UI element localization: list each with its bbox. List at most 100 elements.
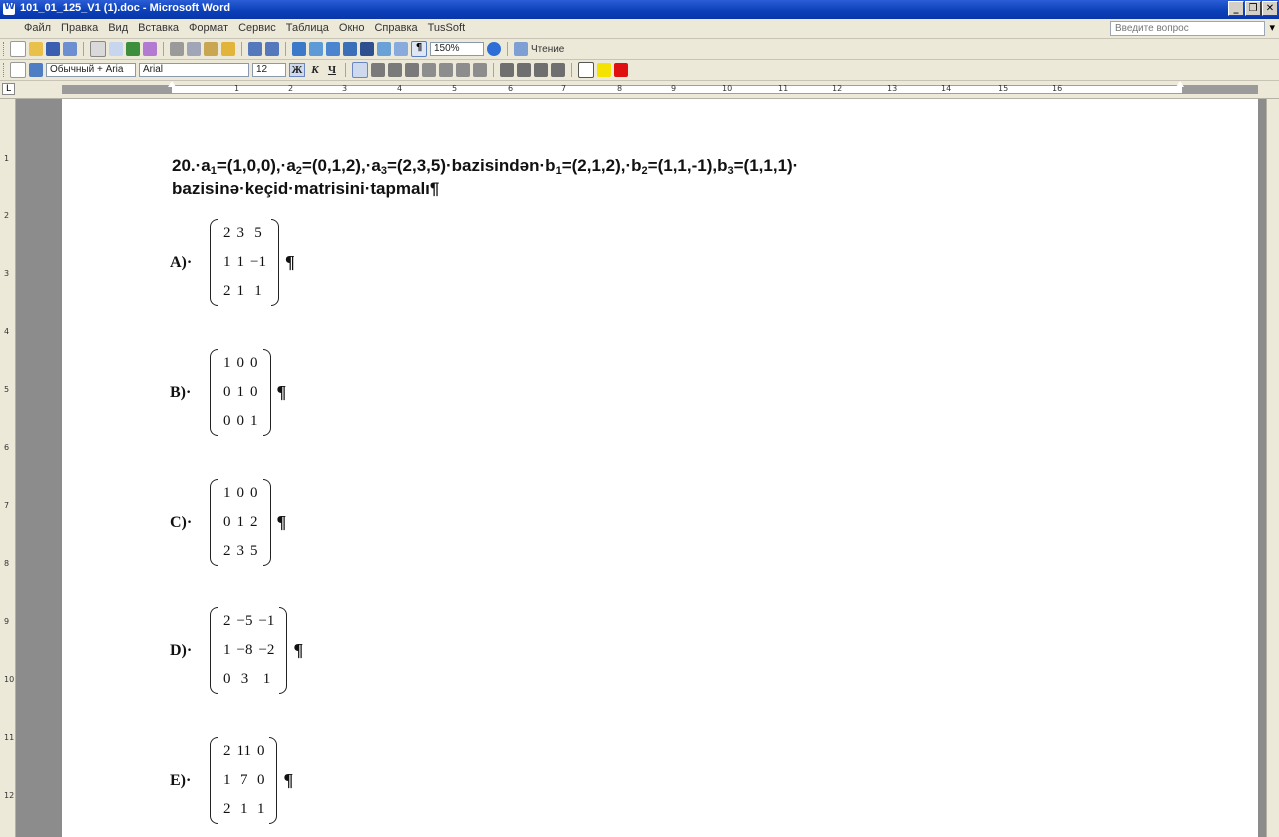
window-controls: _ ❐ ✕: [1228, 1, 1278, 16]
first-line-indent-marker[interactable]: [168, 81, 176, 87]
copy-icon[interactable]: [187, 42, 201, 56]
menu-insert[interactable]: Вставка: [138, 22, 179, 34]
columns-icon[interactable]: [360, 42, 374, 56]
show-hide-pilcrow-icon[interactable]: ¶: [411, 41, 427, 57]
tab-selector-icon[interactable]: L: [2, 83, 15, 95]
ruler-number: 11: [778, 84, 789, 93]
style-combo[interactable]: Обычный + Aria: [46, 63, 136, 77]
menu-table[interactable]: Таблица: [286, 22, 329, 34]
horizontal-ruler[interactable]: L 1 2 3 4 5 6 7 8 9 10 11 12 13 14 15 16: [0, 81, 1279, 99]
drawing-icon[interactable]: [377, 42, 391, 56]
borders-icon[interactable]: [578, 62, 594, 78]
paste-icon[interactable]: [204, 42, 218, 56]
print-preview-icon[interactable]: [109, 42, 123, 56]
help-search-input[interactable]: Введите вопрос: [1110, 21, 1265, 36]
bullets-icon[interactable]: [500, 63, 514, 77]
menu-file[interactable]: Файл: [24, 22, 51, 34]
option-c[interactable]: C)· 100 012 235 ¶: [170, 479, 286, 566]
increase-indent-icon[interactable]: [551, 63, 565, 77]
vruler-number: 6: [4, 443, 10, 452]
menu-edit[interactable]: Правка: [61, 22, 98, 34]
italic-icon[interactable]: К: [308, 64, 322, 76]
ruler-strip: [62, 85, 1258, 94]
toolbar-grip[interactable]: [3, 63, 7, 77]
option-e[interactable]: E)· 2 11 0 170 211 ¶: [170, 737, 293, 824]
align-center-icon[interactable]: [371, 63, 385, 77]
styles-pane-icon[interactable]: [29, 63, 43, 77]
decrease-indent-icon[interactable]: [534, 63, 548, 77]
pilcrow-mark: ¶: [276, 512, 287, 532]
ruler-number: 9: [671, 84, 677, 93]
list-icon[interactable]: [517, 63, 531, 77]
insert-excel-icon[interactable]: [343, 42, 357, 56]
help-dropdown-icon[interactable]: ▾: [1269, 21, 1275, 34]
open-folder-icon[interactable]: [29, 42, 43, 56]
pilcrow-mark: ¶: [293, 640, 304, 660]
print-icon[interactable]: [90, 41, 106, 57]
separator: [83, 42, 84, 56]
tables-borders-icon[interactable]: [309, 42, 323, 56]
menu-format[interactable]: Формат: [189, 22, 228, 34]
numbering-icon[interactable]: [439, 63, 453, 77]
align-right-icon[interactable]: [388, 63, 402, 77]
read-icon[interactable]: [514, 42, 528, 56]
question-text[interactable]: 20.·a1=(1,0,0),·a2=(0,1,2),·a3=(2,3,5)·b…: [172, 154, 1172, 200]
option-d[interactable]: D)· 2 −5 −1 1 −8 −2 031 ¶: [170, 607, 303, 694]
vertical-scrollbar[interactable]: [1266, 99, 1279, 837]
line-spacing-icon[interactable]: [422, 63, 436, 77]
new-blank-icon[interactable]: [10, 62, 26, 78]
read-button-label[interactable]: Чтение: [531, 44, 564, 55]
close-button[interactable]: ✕: [1262, 1, 1278, 16]
pilcrow-mark: ¶: [283, 770, 294, 790]
option-c-matrix: 100 012 235: [210, 479, 271, 566]
option-a[interactable]: A)· 235 1 1 −1 211 ¶: [170, 219, 295, 306]
standard-toolbar: ¶ 150% Чтение: [0, 39, 1279, 60]
option-c-label: C)·: [170, 513, 193, 531]
insert-table-icon[interactable]: [326, 42, 340, 56]
new-document-icon[interactable]: [10, 41, 26, 57]
menu-view[interactable]: Вид: [108, 22, 128, 34]
title-bar: 101_01_125_V1 (1).doc - Microsoft Word _…: [0, 0, 1279, 19]
toolbar-grip[interactable]: [3, 42, 7, 56]
align-left-icon[interactable]: [352, 62, 368, 78]
spelling-icon[interactable]: [126, 42, 140, 56]
menu-tussoft[interactable]: TusSoft: [428, 22, 466, 34]
question-line-1: 20.·a1=(1,0,0),·a2=(0,1,2),·a3=(2,3,5)·b…: [172, 156, 799, 177]
research-icon[interactable]: [143, 42, 157, 56]
vruler-number: 10: [4, 675, 15, 684]
menu-window[interactable]: Окно: [339, 22, 365, 34]
pilcrow-mark: ¶: [284, 252, 295, 272]
font-size-combo[interactable]: 12: [252, 63, 286, 77]
cut-icon[interactable]: [170, 42, 184, 56]
option-b[interactable]: B)· 100 010 001 ¶: [170, 349, 286, 436]
zoom-combo[interactable]: 150%: [430, 42, 484, 56]
underline-icon[interactable]: Ч: [325, 64, 339, 76]
save-icon[interactable]: [46, 42, 60, 56]
help-icon[interactable]: [487, 42, 501, 56]
subscript-icon[interactable]: [456, 63, 470, 77]
undo-icon[interactable]: [248, 42, 262, 56]
font-color-icon[interactable]: [614, 63, 628, 77]
word-app-icon[interactable]: [3, 1, 15, 15]
option-a-label: A)·: [170, 253, 193, 271]
option-b-label: B)·: [170, 383, 192, 401]
document-map-icon[interactable]: [394, 42, 408, 56]
hyperlink-icon[interactable]: [292, 42, 306, 56]
bold-icon[interactable]: Ж: [289, 63, 305, 77]
menu-help[interactable]: Справка: [374, 22, 417, 34]
document-page[interactable]: 20.·a1=(1,0,0),·a2=(0,1,2),·a3=(2,3,5)·b…: [62, 99, 1258, 837]
superscript-icon[interactable]: [473, 63, 487, 77]
minimize-button[interactable]: _: [1228, 1, 1244, 16]
format-painter-icon[interactable]: [221, 42, 235, 56]
justify-icon[interactable]: [405, 63, 419, 77]
vruler-number: 2: [4, 211, 10, 220]
redo-icon[interactable]: [265, 42, 279, 56]
highlight-icon[interactable]: [597, 63, 611, 77]
separator: [493, 63, 494, 77]
vertical-ruler[interactable]: 1 2 3 4 5 6 7 8 9 10 11 12: [0, 99, 16, 837]
right-indent-marker[interactable]: [1176, 81, 1184, 87]
font-combo[interactable]: Arial: [139, 63, 249, 77]
menu-tools[interactable]: Сервис: [238, 22, 276, 34]
permission-icon[interactable]: [63, 42, 77, 56]
maximize-button[interactable]: ❐: [1245, 1, 1261, 16]
